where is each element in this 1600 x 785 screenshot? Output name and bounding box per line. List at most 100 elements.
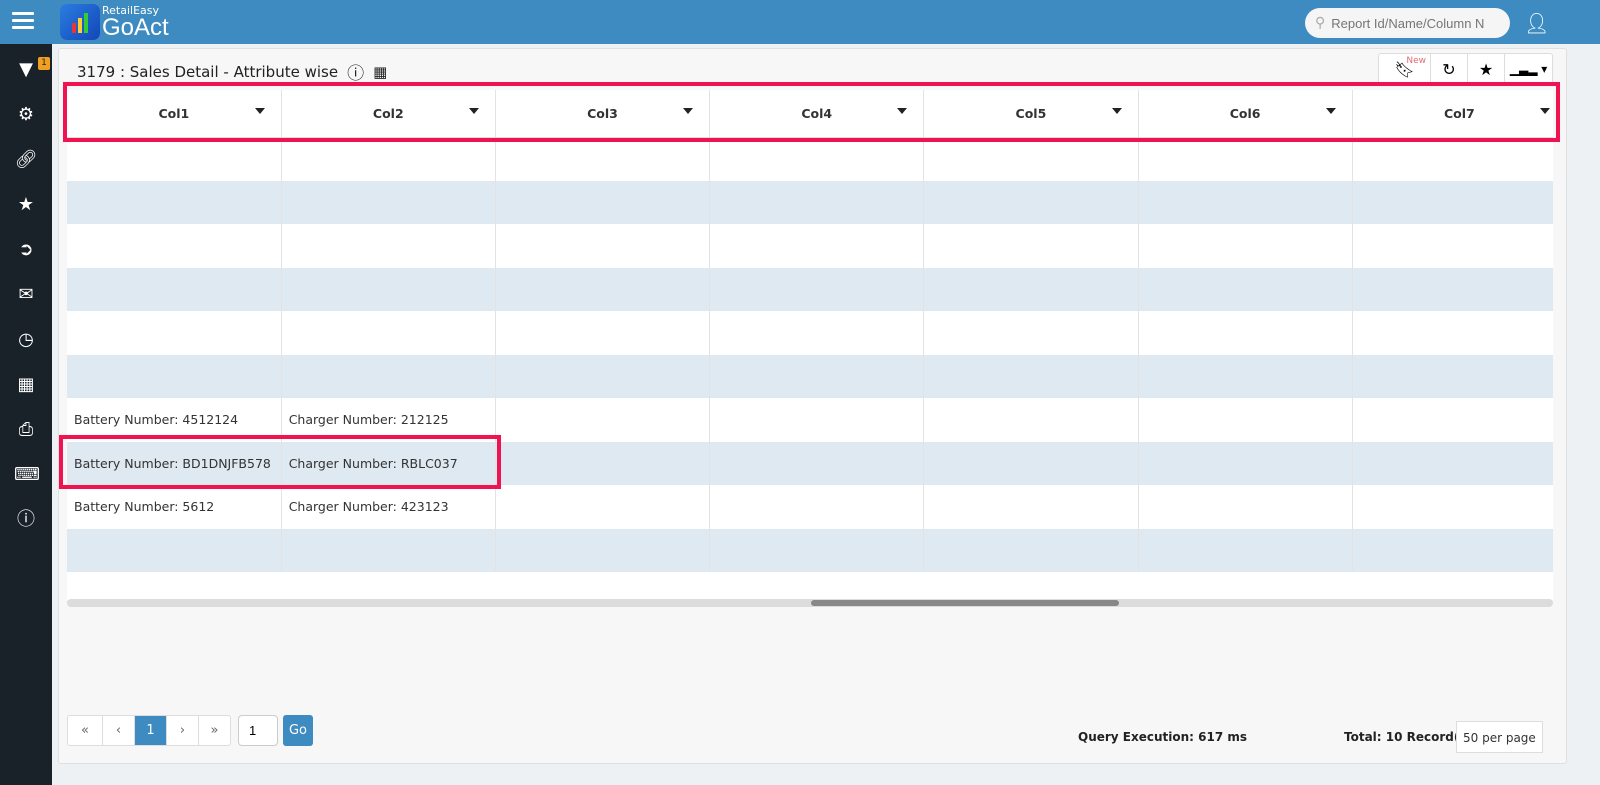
column-header-2[interactable]: Col2 bbox=[281, 90, 496, 138]
help-circle-icon[interactable]: ⓘ bbox=[347, 59, 364, 84]
table-cell bbox=[1138, 354, 1353, 398]
chevron-down-icon[interactable] bbox=[1540, 108, 1550, 114]
table-row[interactable]: Battery Number: BD1DNJFB578 Charger Numbe… bbox=[67, 441, 1553, 485]
table-cell bbox=[709, 441, 925, 485]
menu-icon[interactable] bbox=[12, 12, 34, 30]
table-cell bbox=[1138, 528, 1353, 572]
next-page-button[interactable]: › bbox=[166, 716, 198, 745]
table-cell bbox=[1352, 180, 1553, 224]
print-icon[interactable]: ⎙ bbox=[14, 418, 38, 442]
user-icon[interactable]: 👤︎ bbox=[1524, 11, 1549, 35]
filter-icon[interactable]: ▼ bbox=[14, 58, 38, 82]
go-button[interactable]: Go bbox=[283, 715, 313, 746]
scrollbar-thumb[interactable] bbox=[811, 600, 1119, 606]
table-cell bbox=[1352, 137, 1553, 181]
pagination: « ‹ 1 › » bbox=[67, 715, 231, 746]
table-cell bbox=[1138, 267, 1353, 311]
page-1-button[interactable]: 1 bbox=[134, 716, 166, 745]
chevron-down-icon[interactable] bbox=[1325, 108, 1336, 114]
table-row[interactable] bbox=[67, 354, 1553, 398]
clock-icon[interactable]: ◷ bbox=[14, 328, 38, 352]
refresh-icon: ↻ bbox=[1442, 59, 1456, 79]
table-cell bbox=[709, 137, 925, 181]
table-cell bbox=[281, 354, 496, 398]
last-page-button[interactable]: » bbox=[198, 716, 230, 745]
table-row[interactable] bbox=[67, 528, 1553, 572]
table-cell bbox=[923, 311, 1139, 355]
chevron-down-icon[interactable] bbox=[1111, 108, 1122, 114]
table-cell bbox=[281, 528, 496, 572]
column-header-label: Col3 bbox=[587, 105, 618, 121]
table-row[interactable] bbox=[67, 311, 1553, 355]
table-cell bbox=[67, 354, 282, 398]
column-header-5[interactable]: Col5 bbox=[923, 90, 1139, 138]
horizontal-scrollbar[interactable] bbox=[67, 599, 1553, 607]
chevron-down-icon[interactable] bbox=[683, 108, 694, 114]
goto-page-input[interactable] bbox=[238, 715, 278, 746]
star-icon[interactable]: ★ bbox=[14, 193, 38, 217]
star-icon: ★ bbox=[1478, 59, 1494, 79]
table-cell bbox=[1352, 354, 1553, 398]
help-icon[interactable]: ⓘ bbox=[14, 508, 38, 532]
table-cell bbox=[67, 267, 282, 311]
gear-icon[interactable]: ⚙ bbox=[14, 103, 38, 127]
table-cell bbox=[1138, 441, 1353, 485]
table-cell bbox=[495, 354, 711, 398]
chart-dropdown-button[interactable]: ▁▃▂ ▾ bbox=[1504, 54, 1552, 84]
chevron-down-icon[interactable] bbox=[897, 108, 908, 114]
chevron-down-icon[interactable] bbox=[254, 108, 265, 114]
report-title-text: 3179 : Sales Detail - Attribute wise bbox=[77, 62, 339, 81]
link-icon[interactable]: 🔗︎ bbox=[14, 148, 38, 172]
column-header-label: Col7 bbox=[1443, 105, 1475, 121]
column-header-6[interactable]: Col6 bbox=[1138, 90, 1353, 138]
report-search[interactable]: ⚲ bbox=[1305, 8, 1510, 38]
column-header-3[interactable]: Col3 bbox=[495, 90, 711, 138]
table-cell bbox=[709, 224, 925, 268]
column-header-label: Col1 bbox=[158, 105, 190, 121]
search-icon: ⚲ bbox=[1315, 15, 1326, 31]
favorite-button[interactable]: ★ bbox=[1467, 54, 1504, 84]
table-row[interactable] bbox=[67, 267, 1553, 311]
column-header-1[interactable]: Col1 bbox=[67, 90, 282, 138]
report-icon[interactable]: ▦ bbox=[14, 373, 38, 397]
table-cell bbox=[923, 398, 1139, 442]
table-row[interactable]: Battery Number: 5612 Charger Number: 4231… bbox=[67, 485, 1553, 529]
mail-icon[interactable]: ✉ bbox=[14, 283, 38, 307]
per-page-select[interactable]: 50 per page bbox=[1456, 721, 1543, 753]
table-cell bbox=[923, 441, 1139, 485]
table-cell bbox=[1352, 311, 1553, 355]
table-cell bbox=[923, 354, 1139, 398]
logo[interactable]: RetailEasy GoAct bbox=[60, 4, 169, 40]
column-header-7[interactable]: Col7 bbox=[1352, 90, 1553, 138]
refresh-button[interactable]: ↻ bbox=[1430, 54, 1467, 84]
export-icon[interactable]: ➲ bbox=[14, 238, 38, 262]
top-bar: RetailEasyGoAct ⚲ 👤︎ bbox=[0, 0, 1600, 44]
sidebar: ▼ ⚙ 🔗︎ ★ ➲ ✉ ◷ ▦ ⎙ ⌨ ⓘ bbox=[0, 44, 52, 785]
report-toolbar: 🔖︎ New ↻ ★ ▁▃▂ ▾ bbox=[1378, 53, 1553, 85]
table-cell: Battery Number: BD1DNJFB578 bbox=[67, 441, 282, 485]
table-cell bbox=[1138, 311, 1353, 355]
table-cell bbox=[281, 311, 496, 355]
table-row[interactable] bbox=[67, 180, 1553, 224]
column-header-4[interactable]: Col4 bbox=[709, 90, 925, 138]
table-cell bbox=[1138, 224, 1353, 268]
chevron-down-icon[interactable] bbox=[468, 108, 479, 114]
table-row[interactable] bbox=[67, 137, 1553, 181]
bookmark-button[interactable]: 🔖︎ New bbox=[1379, 54, 1430, 84]
table-row[interactable]: Battery Number: 4512124 Charger Number: 2… bbox=[67, 398, 1553, 442]
search-input[interactable] bbox=[1331, 15, 1492, 31]
first-page-button[interactable]: « bbox=[68, 716, 102, 745]
table-cell bbox=[67, 528, 282, 572]
table-cell bbox=[923, 267, 1139, 311]
layout-icon[interactable]: ▦ bbox=[373, 63, 387, 81]
table-cell bbox=[709, 267, 925, 311]
table-cell bbox=[281, 224, 496, 268]
prev-page-button[interactable]: ‹ bbox=[102, 716, 134, 745]
table-row[interactable] bbox=[67, 224, 1553, 268]
table-cell bbox=[923, 528, 1139, 572]
keyboard-icon[interactable]: ⌨ bbox=[14, 463, 40, 487]
table-cell bbox=[495, 528, 711, 572]
table-cell bbox=[281, 137, 496, 181]
table-cell bbox=[495, 311, 711, 355]
table-cell bbox=[1352, 398, 1553, 442]
